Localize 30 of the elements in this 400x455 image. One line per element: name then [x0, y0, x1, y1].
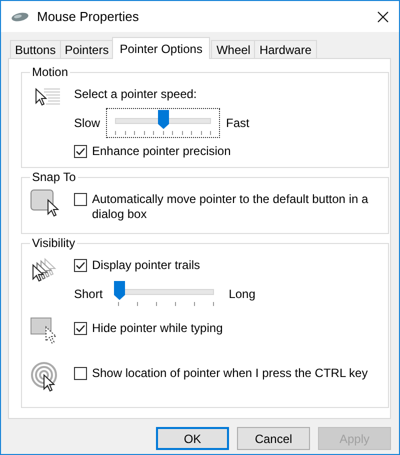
group-title: Motion — [31, 65, 70, 79]
close-icon[interactable] — [377, 10, 389, 22]
slider-thumb[interactable] — [114, 281, 125, 300]
slider[interactable] — [106, 108, 220, 138]
checkbox[interactable] — [74, 145, 87, 158]
checkbox[interactable] — [74, 367, 87, 380]
window-title: Mouse Properties — [37, 9, 140, 24]
checkbox-label[interactable]: Show location of pointer when I press the CTRL key — [92, 366, 380, 381]
group-title: Snap To — [31, 170, 77, 184]
checkbox[interactable] — [74, 322, 87, 335]
tab[interactable]: Wheel — [211, 40, 256, 59]
checkbox-label[interactable]: Automatically move pointer to the default button in a dialog box — [92, 192, 380, 222]
group-title: Visibility — [31, 236, 76, 250]
checkbox-label[interactable]: Hide pointer while typing — [92, 321, 380, 336]
slider-max-label: Long — [228, 287, 256, 301]
slider-min-label: Short — [74, 287, 103, 301]
dialog-button[interactable]: Cancel — [237, 427, 310, 450]
slider-max-label: Fast — [226, 116, 250, 130]
tab[interactable]: Pointer Options — [112, 37, 210, 59]
tab[interactable]: Hardware — [254, 40, 316, 59]
checkbox-label[interactable]: Display pointer trails — [92, 258, 380, 273]
tab[interactable]: Buttons — [10, 40, 61, 59]
checkbox-label[interactable]: Enhance pointer precision — [92, 144, 380, 159]
mouse-icon — [11, 12, 29, 22]
slider-thumb[interactable] — [158, 110, 170, 129]
slider-min-label: Slow — [74, 116, 100, 130]
speed-label: Select a pointer speed: — [74, 87, 198, 102]
checkbox[interactable] — [74, 259, 87, 272]
dialog-button[interactable]: OK — [156, 427, 229, 450]
checkbox[interactable] — [74, 193, 87, 206]
